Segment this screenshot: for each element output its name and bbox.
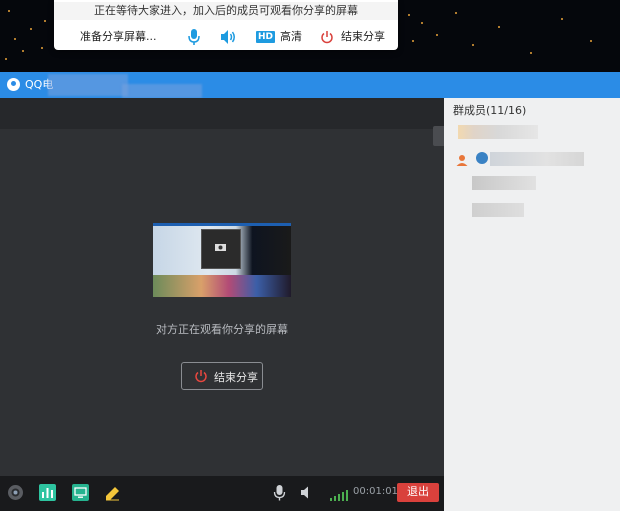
decor-spark (421, 22, 423, 24)
redacted-title (48, 74, 128, 96)
qq-logo-icon (7, 78, 20, 91)
power-icon[interactable] (320, 30, 334, 44)
microphone-icon[interactable] (271, 484, 288, 501)
end-share-button[interactable]: 结束分享 (181, 362, 263, 390)
camera-icon (215, 244, 226, 251)
toast-controls: 准备分享屏幕... HD 高清 结束分享 (54, 26, 398, 48)
member-item[interactable] (458, 125, 538, 139)
signal-icon (330, 486, 348, 501)
decor-spark (561, 18, 563, 20)
call-timer: 00:01:01 (353, 486, 398, 497)
member-count-header: 群成员(11/16) (453, 104, 527, 117)
decor-spark (22, 50, 24, 52)
preview-window (201, 229, 241, 269)
volume-icon[interactable] (298, 484, 315, 501)
decor-spark (44, 20, 46, 22)
member-sidebar: 群成员(11/16) (444, 98, 620, 511)
hd-quality-label[interactable]: 高清 (280, 26, 302, 48)
avatar (476, 152, 488, 164)
member-item[interactable] (490, 152, 584, 166)
chart-icon[interactable] (39, 484, 56, 501)
decor-spark (14, 38, 16, 40)
decor-spark (408, 14, 410, 16)
end-share-label: 结束分享 (214, 372, 258, 384)
camera-toggle-icon[interactable] (7, 484, 24, 501)
prepare-share-label: 准备分享屏幕... (80, 30, 157, 43)
decor-spark (455, 12, 457, 14)
decor-spark (590, 40, 592, 42)
microphone-icon[interactable] (187, 28, 201, 46)
screen-share-icon[interactable] (72, 484, 89, 501)
window-titlebar: QQ电 (0, 72, 620, 98)
pencil-icon[interactable] (104, 484, 121, 501)
decor-spark (5, 58, 7, 60)
share-status-toast: 正在等待大家进入，加入后的成员可观看你分享的屏幕 准备分享屏幕... HD 高清 (54, 0, 398, 50)
screen-preview-thumbnail (153, 223, 291, 297)
redacted-title (122, 84, 202, 98)
decor-spark (472, 44, 474, 46)
speaker-icon[interactable] (220, 29, 238, 45)
decor-spark (8, 10, 10, 12)
decor-spark (412, 40, 414, 42)
hd-badge[interactable]: HD (256, 31, 276, 43)
viewer-status-text: 对方正在观看你分享的屏幕 (156, 323, 288, 336)
member-item[interactable] (472, 176, 536, 190)
main-top-strip (0, 98, 444, 129)
toast-end-share-button[interactable]: 结束分享 (341, 26, 385, 48)
decor-spark (30, 28, 32, 30)
member-item[interactable] (472, 203, 524, 217)
decor-spark (41, 47, 43, 49)
share-main-area: 对方正在观看你分享的屏幕 结束分享 (0, 98, 444, 476)
bottom-toolbar: 00:01:01 退出 (0, 476, 444, 511)
decor-spark (498, 26, 500, 28)
preview-wallpaper (153, 275, 291, 297)
power-icon (195, 370, 207, 383)
decor-spark (530, 52, 532, 54)
preview-content (153, 223, 291, 226)
sidebar-collapse-handle[interactable] (433, 126, 444, 146)
decor-spark (436, 34, 438, 36)
user-icon (456, 151, 468, 166)
exit-button[interactable]: 退出 (397, 483, 439, 502)
toast-message: 正在等待大家进入，加入后的成员可观看你分享的屏幕 (54, 2, 398, 20)
